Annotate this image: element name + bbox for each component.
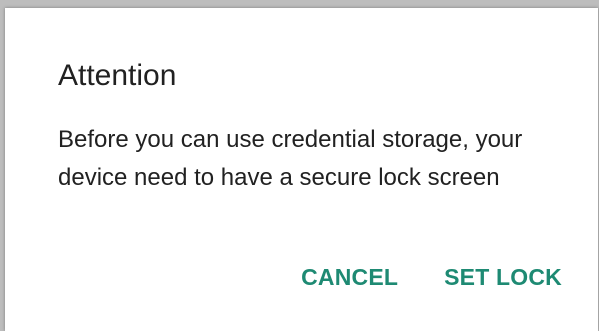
cancel-button[interactable]: CANCEL [301, 264, 398, 291]
set-lock-button[interactable]: SET LOCK [444, 264, 562, 291]
attention-dialog: Attention Before you can use credential … [5, 8, 598, 331]
dialog-message: Before you can use credential storage, y… [58, 126, 523, 191]
dialog-actions: CANCEL SET LOCK [301, 264, 562, 291]
dialog-title: Attention [58, 59, 177, 92]
